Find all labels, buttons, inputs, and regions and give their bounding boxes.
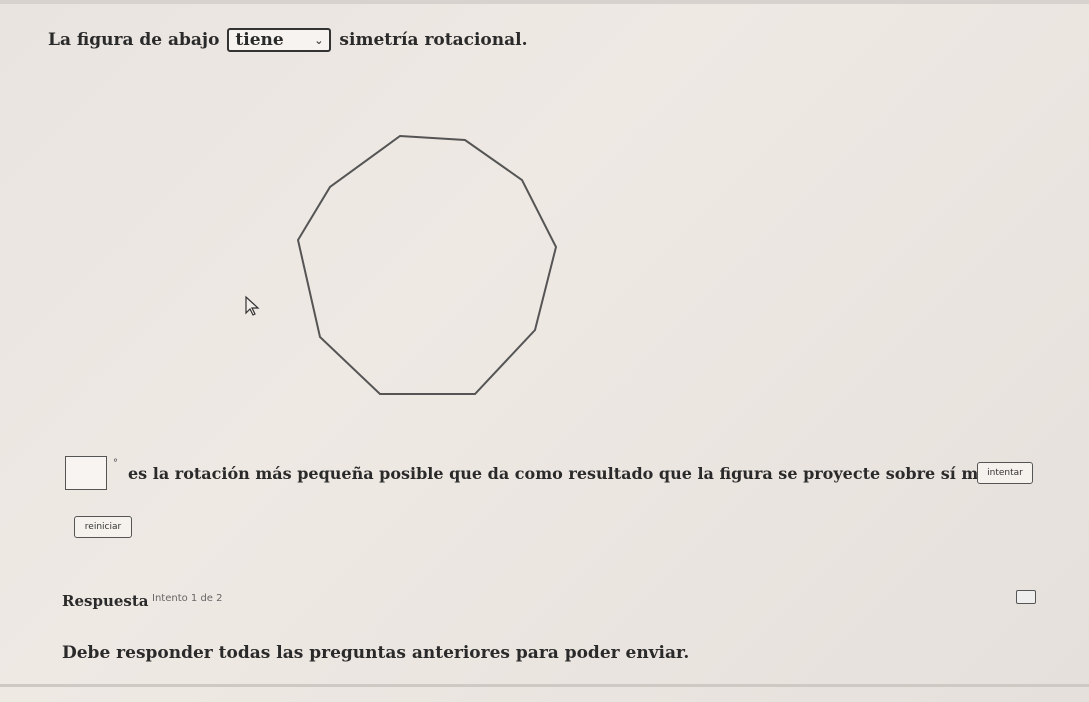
dropdown-value: tiene (235, 30, 284, 50)
question-line: La figura de abajo tiene ⌄ simetría rota… (48, 28, 528, 52)
degree-symbol: ° (113, 458, 118, 469)
keyboard-icon[interactable] (1016, 590, 1036, 604)
nonagon-figure (296, 134, 558, 395)
reiniciar-button[interactable]: reiniciar (74, 516, 132, 538)
attempt-counter: Intento 1 de 2 (152, 593, 223, 604)
nonagon-shape (296, 134, 558, 395)
top-divider (0, 0, 1089, 4)
respuesta-label: Respuesta (62, 592, 149, 610)
submit-message: Debe responder todas las preguntas anter… (62, 643, 690, 663)
question-prefix: La figura de abajo (48, 30, 220, 50)
rotation-statement: es la rotación más pequeña posible que d… (128, 464, 1027, 483)
intentar-button[interactable]: intentar (977, 462, 1033, 484)
rotation-answer-input[interactable] (65, 456, 107, 490)
chevron-down-icon: ⌄ (314, 33, 324, 47)
bottom-divider (0, 684, 1089, 687)
question-suffix: simetría rotacional. (339, 30, 528, 50)
symmetry-dropdown[interactable]: tiene ⌄ (227, 28, 332, 52)
mouse-cursor-icon (245, 295, 260, 316)
